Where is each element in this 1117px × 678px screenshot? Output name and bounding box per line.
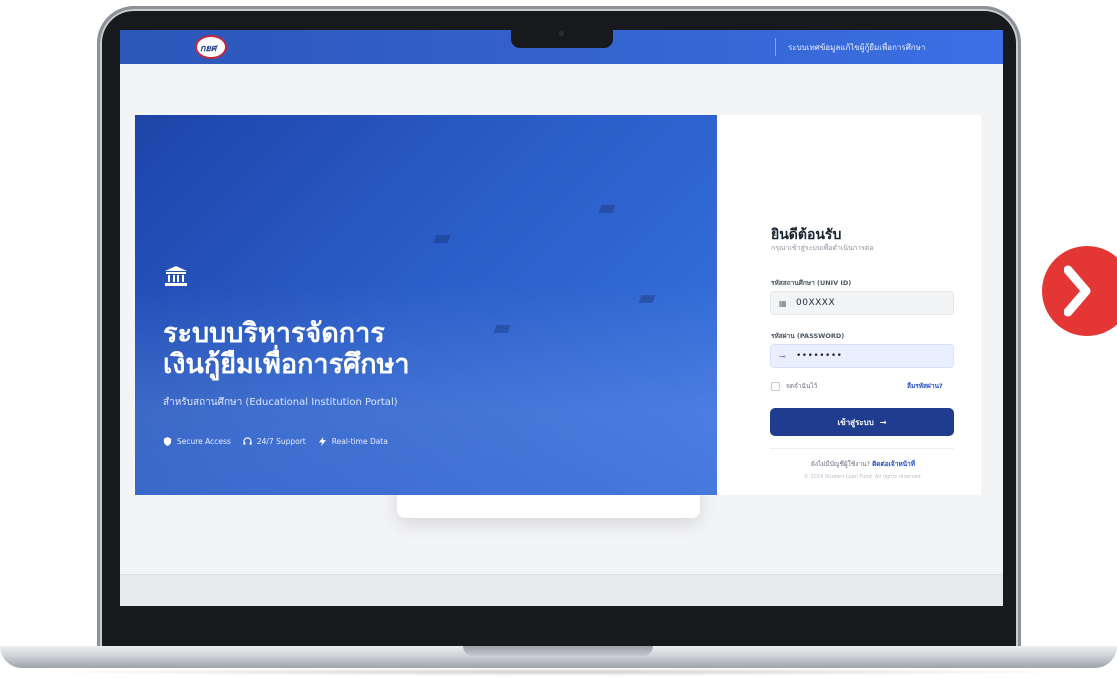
register-text: ยังไม่มีบัญชีผู้ใช้งาน? [810,460,870,468]
password-value: •••••••• [796,351,843,361]
graduation-cap-shape [493,325,511,333]
camera-notch [511,26,613,48]
headset-icon [243,437,252,445]
welcome-subtitle: กรุณาเข้าสู่ระบบเพื่อดำเนินการต่อ [771,244,874,252]
feature-support: 24/7 Support [243,437,306,446]
remember-me[interactable]: จดจำฉันไว้ [771,381,817,391]
copyright-text: © 2024 Student Loan Fund. All rights res… [803,474,923,480]
shield-icon [163,437,172,446]
login-button-label: เข้าสู่ระบบ [837,417,874,427]
building-icon: ▦ [779,298,787,308]
remember-label: จดจำฉันไว้ [786,382,818,390]
graduation-cap-shape [638,295,656,303]
graduation-cap-shape [598,205,616,213]
camera-icon [559,31,564,36]
univ-id-label: รหัสสถานศึกษา (UNIV ID) [771,279,852,287]
password-field[interactable]: ⊸ •••••••• [770,344,954,368]
login-panel: ยินดีต้อนรับ กรุณาเข้าสู่ระบบเพื่อดำเนิน… [717,115,981,495]
hero-title-line2: เงินกู้ยืมเพื่อการศึกษา [163,349,410,380]
logo[interactable]: กยศ [195,35,227,59]
remember-checkbox[interactable] [771,381,780,391]
graduation-cap-shape [433,235,451,243]
institution-icon [165,266,187,286]
feature-realtime: Real-time Data [318,437,388,446]
nav-divider [775,38,776,56]
univ-id-value: 00XXXX [796,298,836,308]
register-prompt: ยังไม่มีบัญชีผู้ใช้งาน? ติดต่อเจ้าหน้าที… [771,459,955,469]
logo-text: กยศ [200,44,217,54]
password-label: รหัสผ่าน (PASSWORD) [771,332,845,340]
feature-label: 24/7 Support [256,437,306,446]
login-button[interactable]: เข้าสู่ระบบ → [770,408,954,436]
page-footer-area [120,574,1003,606]
hero-subtitle: สำหรับสถานศึกษา (Educational Institution… [163,397,398,408]
divider [770,448,954,449]
laptop-screen: กยศ ระบบเทศข้อมูลแก้ไขผู้กู้ยืมเพื่อการศ… [120,30,1003,606]
next-arrow-badge[interactable] [1042,246,1117,336]
graduates-background-image [135,285,717,495]
hero-banner: ระบบบริหารจัดการ เงินกู้ยืมเพื่อการศึกษา… [135,115,717,495]
key-icon: ⊸ [779,351,786,361]
univ-id-field[interactable]: ▦ 00XXXX [770,291,954,315]
contact-staff-link[interactable]: ติดต่อเจ้าหน้าที่ [872,460,915,468]
forgot-password-link[interactable]: ลืมรหัสผ่าน? [907,381,943,391]
laptop-base-notch [463,646,653,656]
hero-title: ระบบบริหารจัดการ เงินกู้ยืมเพื่อการศึกษา [163,318,410,380]
hero-title-line1: ระบบบริหารจัดการ [163,318,385,349]
laptop-shadow [30,668,1087,676]
nav-system-title[interactable]: ระบบเทศข้อมูลแก้ไขผู้กู้ยืมเพื่อการศึกษา [788,41,925,54]
feature-label: Secure Access [177,437,231,446]
feature-label: Real-time Data [331,437,388,446]
arrow-right-icon: → [879,417,887,427]
chevron-right-icon [1064,265,1091,317]
feature-secure-access: Secure Access [163,437,231,446]
feature-list: Secure Access 24/7 Support Real-time Dat… [163,437,388,446]
lightning-icon [318,437,326,446]
